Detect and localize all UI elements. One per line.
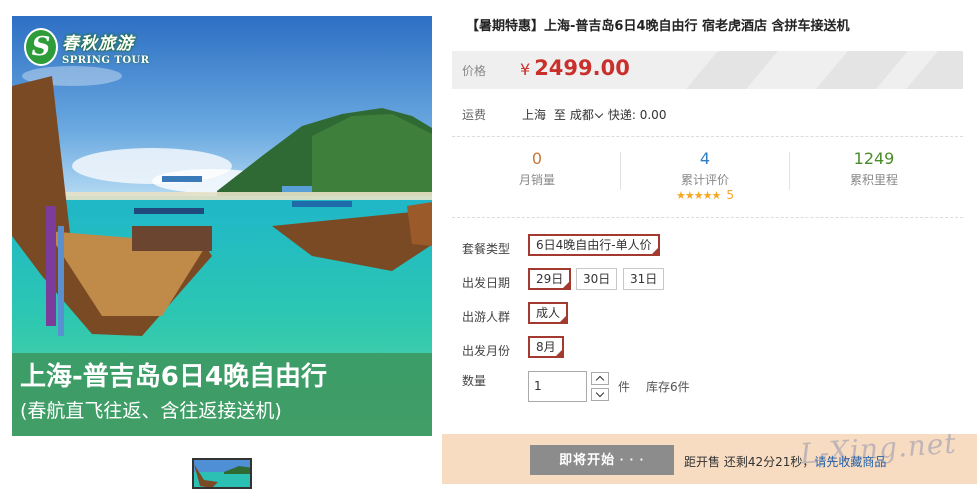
chevron-down-icon[interactable] [594,109,604,119]
thumbnail-photo [194,460,250,487]
price-bar: 价格 ¥2499.00 [452,51,963,89]
chevron-down-icon [595,388,605,398]
option-label-month: 出发月份 [462,344,511,358]
stock-count: 库存6件 [646,380,690,394]
option-date-30[interactable]: 30日 [576,268,618,290]
quantity-unit: 件 [618,380,631,394]
price-bar-stripe [816,51,908,89]
currency-symbol: ¥ [520,60,531,79]
freight-info: 上海 至成都 快递: 0.00 [522,106,666,123]
quantity-input[interactable]: 1 [528,371,587,402]
main-product-image: S 春秋旅游 SPRING TOUR 上海-普吉岛6日4晚自由行 (春航直飞往返… [12,16,432,436]
stat-label: 月销量 [518,173,555,187]
favorite-item-link[interactable]: 请先收藏商品 [814,455,886,469]
price-bar-stripe [686,51,778,89]
stat-value: 1249 [853,149,895,168]
stat-mileage: 1249 累积里程 [789,148,959,188]
option-label-package: 套餐类型 [462,242,511,256]
star-icons: ★★★★★ [676,189,721,202]
option-month-aug[interactable]: 8月 [528,336,564,360]
stats-row: 0 月销量 4 累计评价 ★★★★★ 5 1249 累积里程 [452,148,963,210]
quantity-label: 数量 [462,374,487,388]
option-date-31[interactable]: 31日 [623,268,665,290]
brand-name-en: SPRING TOUR [62,54,150,66]
brand-logo: S 春秋旅游 SPRING TOUR [24,28,150,66]
coming-soon-button[interactable]: 即将开始 · · · [530,445,674,475]
chevron-up-icon [595,375,605,385]
price-bar-stripe [906,51,963,89]
option-label-crowd: 出游人群 [462,310,511,324]
price-label: 价格 [462,64,487,78]
countdown-text: 距开售 还剩42分21秒， [684,455,815,469]
stat-value: 0 [531,149,543,168]
option-label-date: 出发日期 [462,276,511,290]
brand-name-cn: 春秋旅游 [62,33,134,54]
stat-reviews[interactable]: 4 累计评价 ★★★★★ 5 [620,148,790,202]
price-amount: 2499.00 [534,56,630,80]
quantity-decrease-button[interactable] [591,388,609,401]
freight-destination-select[interactable]: 成都 [570,108,594,122]
stat-label: 累计评价 [680,173,729,187]
product-title: 【暑期特惠】上海-普吉岛6日4晚自由行 宿老虎酒店 含拼车接送机 [466,19,850,34]
stat-label: 累积里程 [849,173,898,187]
stat-value: 4 [699,149,711,168]
caption-title: 上海-普吉岛6日4晚自由行 [20,362,327,392]
image-caption: 上海-普吉岛6日4晚自由行 (春航直飞往返、含往返接送机) [12,353,432,436]
brand-mark-icon: S [24,28,58,66]
stat-monthly-sales: 0 月销量 [452,148,622,188]
sale-countdown: 距开售 还剩42分21秒，请先收藏商品 [684,453,886,470]
caption-subtitle: (春航直飞往返、含往返接送机) [20,400,282,422]
price-value: ¥2499.00 [520,56,630,80]
gallery-thumbnail[interactable] [192,458,252,489]
freight-label: 运费 [462,108,487,122]
rating-score: 5 [726,188,734,202]
rating-stars: ★★★★★ 5 [620,188,790,202]
divider [452,136,963,137]
freight-to-word: 至 [553,108,566,122]
divider [452,217,963,218]
freight-express: 快递: 0.00 [607,108,667,122]
freight-origin: 上海 [522,108,547,122]
quantity-increase-button[interactable] [591,372,609,385]
option-date-29[interactable]: 29日 [528,268,572,292]
option-package-single[interactable]: 6日4晚自由行-单人价 [528,234,660,258]
option-crowd-adult[interactable]: 成人 [528,302,569,326]
